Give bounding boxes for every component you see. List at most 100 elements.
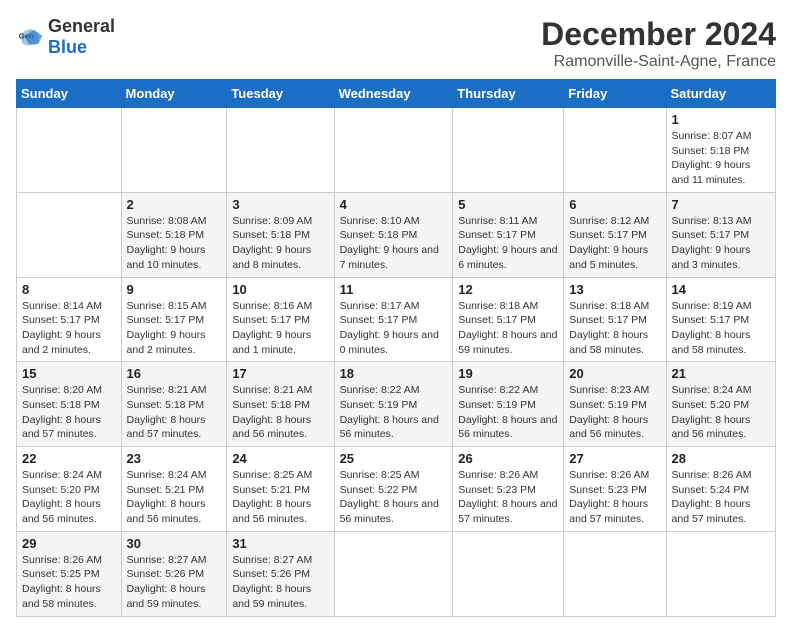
header-saturday: Saturday (666, 80, 775, 108)
day-detail: Sunrise: 8:07 AMSunset: 5:18 PMDaylight:… (672, 130, 752, 186)
calendar-cell: 11 Sunrise: 8:17 AMSunset: 5:17 PMDaylig… (334, 277, 453, 362)
calendar-week-row: 1 Sunrise: 8:07 AMSunset: 5:18 PMDayligh… (17, 108, 776, 193)
header-sunday: Sunday (17, 80, 122, 108)
calendar-cell: 20 Sunrise: 8:23 AMSunset: 5:19 PMDaylig… (564, 362, 666, 447)
calendar-week-row: 29 Sunrise: 8:26 AMSunset: 5:25 PMDaylig… (17, 531, 776, 616)
day-detail: Sunrise: 8:21 AMSunset: 5:18 PMDaylight:… (232, 384, 312, 440)
day-number: 31 (232, 536, 328, 551)
calendar-cell: 2 Sunrise: 8:08 AMSunset: 5:18 PMDayligh… (121, 192, 227, 277)
calendar-table: SundayMondayTuesdayWednesdayThursdayFrid… (16, 79, 776, 617)
day-number: 2 (127, 197, 222, 212)
calendar-cell: 8 Sunrise: 8:14 AMSunset: 5:17 PMDayligh… (17, 277, 122, 362)
day-number: 13 (569, 282, 660, 297)
day-number: 5 (458, 197, 558, 212)
calendar-cell: 23 Sunrise: 8:24 AMSunset: 5:21 PMDaylig… (121, 447, 227, 532)
calendar-cell (564, 108, 666, 193)
day-detail: Sunrise: 8:24 AMSunset: 5:20 PMDaylight:… (22, 469, 102, 525)
day-number: 9 (127, 282, 222, 297)
day-detail: Sunrise: 8:17 AMSunset: 5:17 PMDaylight:… (340, 300, 439, 356)
day-number: 15 (22, 366, 116, 381)
day-number: 10 (232, 282, 328, 297)
day-number: 14 (672, 282, 770, 297)
calendar-cell: 19 Sunrise: 8:22 AMSunset: 5:19 PMDaylig… (453, 362, 564, 447)
day-number: 20 (569, 366, 660, 381)
day-detail: Sunrise: 8:24 AMSunset: 5:21 PMDaylight:… (127, 469, 207, 525)
day-detail: Sunrise: 8:19 AMSunset: 5:17 PMDaylight:… (672, 300, 752, 356)
day-detail: Sunrise: 8:09 AMSunset: 5:18 PMDaylight:… (232, 215, 312, 271)
day-number: 29 (22, 536, 116, 551)
calendar-cell (453, 531, 564, 616)
day-detail: Sunrise: 8:16 AMSunset: 5:17 PMDaylight:… (232, 300, 312, 356)
calendar-cell (121, 108, 227, 193)
day-number: 8 (22, 282, 116, 297)
day-number: 27 (569, 451, 660, 466)
day-number: 18 (340, 366, 448, 381)
day-number: 4 (340, 197, 448, 212)
day-detail: Sunrise: 8:14 AMSunset: 5:17 PMDaylight:… (22, 300, 102, 356)
calendar-cell: 9 Sunrise: 8:15 AMSunset: 5:17 PMDayligh… (121, 277, 227, 362)
calendar-cell: 6 Sunrise: 8:12 AMSunset: 5:17 PMDayligh… (564, 192, 666, 277)
header-monday: Monday (121, 80, 227, 108)
calendar-cell (334, 108, 453, 193)
day-number: 1 (672, 112, 770, 127)
calendar-cell: 12 Sunrise: 8:18 AMSunset: 5:17 PMDaylig… (453, 277, 564, 362)
day-number: 12 (458, 282, 558, 297)
calendar-cell: 16 Sunrise: 8:21 AMSunset: 5:18 PMDaylig… (121, 362, 227, 447)
calendar-cell: 31 Sunrise: 8:27 AMSunset: 5:26 PMDaylig… (227, 531, 334, 616)
day-detail: Sunrise: 8:25 AMSunset: 5:21 PMDaylight:… (232, 469, 312, 525)
day-detail: Sunrise: 8:25 AMSunset: 5:22 PMDaylight:… (340, 469, 439, 525)
day-detail: Sunrise: 8:21 AMSunset: 5:18 PMDaylight:… (127, 384, 207, 440)
calendar-cell (17, 108, 122, 193)
day-detail: Sunrise: 8:15 AMSunset: 5:17 PMDaylight:… (127, 300, 207, 356)
day-number: 7 (672, 197, 770, 212)
logo: Gen General Blue (16, 16, 115, 58)
day-detail: Sunrise: 8:23 AMSunset: 5:19 PMDaylight:… (569, 384, 649, 440)
day-number: 26 (458, 451, 558, 466)
title-area: December 2024 Ramonville-Saint-Agne, Fra… (541, 16, 776, 71)
day-detail: Sunrise: 8:26 AMSunset: 5:23 PMDaylight:… (569, 469, 649, 525)
day-number: 16 (127, 366, 222, 381)
day-detail: Sunrise: 8:26 AMSunset: 5:25 PMDaylight:… (22, 554, 102, 610)
subtitle: Ramonville-Saint-Agne, France (541, 53, 776, 71)
calendar-cell: 4 Sunrise: 8:10 AMSunset: 5:18 PMDayligh… (334, 192, 453, 277)
calendar-cell: 1 Sunrise: 8:07 AMSunset: 5:18 PMDayligh… (666, 108, 775, 193)
day-detail: Sunrise: 8:08 AMSunset: 5:18 PMDaylight:… (127, 215, 207, 271)
calendar-cell: 15 Sunrise: 8:20 AMSunset: 5:18 PMDaylig… (17, 362, 122, 447)
day-detail: Sunrise: 8:24 AMSunset: 5:20 PMDaylight:… (672, 384, 752, 440)
day-detail: Sunrise: 8:20 AMSunset: 5:18 PMDaylight:… (22, 384, 102, 440)
day-detail: Sunrise: 8:26 AMSunset: 5:24 PMDaylight:… (672, 469, 752, 525)
day-detail: Sunrise: 8:27 AMSunset: 5:26 PMDaylight:… (127, 554, 207, 610)
day-number: 24 (232, 451, 328, 466)
calendar-cell: 25 Sunrise: 8:25 AMSunset: 5:22 PMDaylig… (334, 447, 453, 532)
day-detail: Sunrise: 8:26 AMSunset: 5:23 PMDaylight:… (458, 469, 557, 525)
calendar-week-row: 15 Sunrise: 8:20 AMSunset: 5:18 PMDaylig… (17, 362, 776, 447)
day-number: 30 (127, 536, 222, 551)
logo-general: General (48, 16, 115, 36)
calendar-cell: 24 Sunrise: 8:25 AMSunset: 5:21 PMDaylig… (227, 447, 334, 532)
day-detail: Sunrise: 8:13 AMSunset: 5:17 PMDaylight:… (672, 215, 752, 271)
calendar-cell (227, 108, 334, 193)
calendar-week-row: 22 Sunrise: 8:24 AMSunset: 5:20 PMDaylig… (17, 447, 776, 532)
day-detail: Sunrise: 8:18 AMSunset: 5:17 PMDaylight:… (569, 300, 649, 356)
calendar-cell: 13 Sunrise: 8:18 AMSunset: 5:17 PMDaylig… (564, 277, 666, 362)
day-number: 28 (672, 451, 770, 466)
calendar-cell: 29 Sunrise: 8:26 AMSunset: 5:25 PMDaylig… (17, 531, 122, 616)
logo-blue: Blue (48, 37, 87, 57)
main-title: December 2024 (541, 16, 776, 53)
calendar-cell (334, 531, 453, 616)
day-detail: Sunrise: 8:10 AMSunset: 5:18 PMDaylight:… (340, 215, 439, 271)
day-number: 11 (340, 282, 448, 297)
day-number: 23 (127, 451, 222, 466)
calendar-cell: 21 Sunrise: 8:24 AMSunset: 5:20 PMDaylig… (666, 362, 775, 447)
header: Gen General Blue December 2024 Ramonvill… (16, 16, 776, 71)
calendar-cell: 14 Sunrise: 8:19 AMSunset: 5:17 PMDaylig… (666, 277, 775, 362)
calendar-cell (453, 108, 564, 193)
header-tuesday: Tuesday (227, 80, 334, 108)
calendar-cell: 7 Sunrise: 8:13 AMSunset: 5:17 PMDayligh… (666, 192, 775, 277)
day-number: 19 (458, 366, 558, 381)
calendar-cell: 5 Sunrise: 8:11 AMSunset: 5:17 PMDayligh… (453, 192, 564, 277)
day-detail: Sunrise: 8:12 AMSunset: 5:17 PMDaylight:… (569, 215, 649, 271)
day-number: 3 (232, 197, 328, 212)
calendar-cell (666, 531, 775, 616)
logo-wordmark: General Blue (48, 16, 115, 58)
